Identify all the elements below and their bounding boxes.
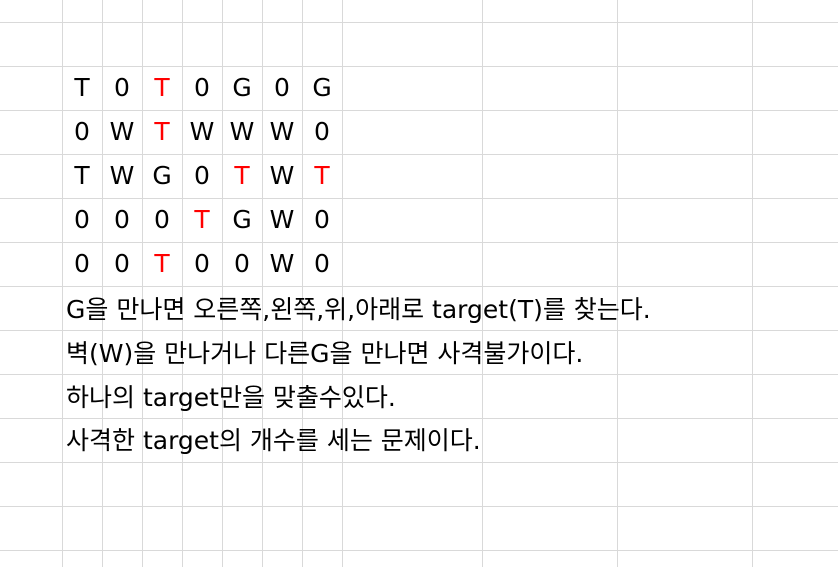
grid-cell-r4-c3[interactable]: 0 bbox=[182, 244, 222, 284]
grid-cell-r3-c0[interactable]: 0 bbox=[62, 200, 102, 240]
grid-cell-r3-c2[interactable]: 0 bbox=[142, 200, 182, 240]
row-gridline bbox=[0, 154, 838, 155]
grid-cell-r3-c6[interactable]: 0 bbox=[302, 200, 342, 240]
grid-cell-r0-c3[interactable]: 0 bbox=[182, 68, 222, 108]
row-gridline bbox=[0, 330, 838, 331]
description-line-1: G을 만나면 오른쪽,왼쪽,위,아래로 target(T)를 찾는다. bbox=[66, 295, 651, 324]
grid-cell-r2-c3[interactable]: 0 bbox=[182, 156, 222, 196]
row-gridline bbox=[0, 506, 838, 507]
grid-cell-r0-c6[interactable]: G bbox=[302, 68, 342, 108]
description-line-4: 사격한 target의 개수를 세는 문제이다. bbox=[66, 426, 481, 455]
grid-cell-r3-c4[interactable]: G bbox=[222, 200, 262, 240]
column-gridline bbox=[342, 0, 343, 567]
grid-cell-r2-c2[interactable]: G bbox=[142, 156, 182, 196]
grid-cell-r1-c4[interactable]: W bbox=[222, 112, 262, 152]
row-gridline bbox=[0, 418, 838, 419]
row-gridline bbox=[0, 374, 838, 375]
column-gridline bbox=[752, 0, 753, 567]
grid-cell-r4-c6[interactable]: 0 bbox=[302, 244, 342, 284]
grid-cell-r3-c1[interactable]: 0 bbox=[102, 200, 142, 240]
grid-cell-r0-c2[interactable]: T bbox=[142, 68, 182, 108]
grid-cell-r2-c0[interactable]: T bbox=[62, 156, 102, 196]
grid-cell-r1-c5[interactable]: W bbox=[262, 112, 302, 152]
grid-cell-r1-c1[interactable]: W bbox=[102, 112, 142, 152]
row-gridline bbox=[0, 286, 838, 287]
grid-cell-r4-c0[interactable]: 0 bbox=[62, 244, 102, 284]
grid-cell-r4-c1[interactable]: 0 bbox=[102, 244, 142, 284]
column-gridline bbox=[617, 0, 618, 567]
grid-cell-r0-c5[interactable]: 0 bbox=[262, 68, 302, 108]
grid-cell-r0-c0[interactable]: T bbox=[62, 68, 102, 108]
grid-cell-r0-c1[interactable]: 0 bbox=[102, 68, 142, 108]
row-gridline bbox=[0, 242, 838, 243]
grid-cell-r2-c6[interactable]: T bbox=[302, 156, 342, 196]
grid-cell-r1-c6[interactable]: 0 bbox=[302, 112, 342, 152]
grid-cell-r4-c4[interactable]: 0 bbox=[222, 244, 262, 284]
grid-cell-r2-c5[interactable]: W bbox=[262, 156, 302, 196]
row-gridline bbox=[0, 66, 838, 67]
description-line-3: 하나의 target만을 맞출수있다. bbox=[66, 383, 396, 412]
row-gridline bbox=[0, 462, 838, 463]
grid-cell-r1-c0[interactable]: 0 bbox=[62, 112, 102, 152]
grid-cell-r0-c4[interactable]: G bbox=[222, 68, 262, 108]
row-gridline bbox=[0, 198, 838, 199]
row-gridline bbox=[0, 550, 838, 551]
column-gridline bbox=[482, 0, 483, 567]
spreadsheet-sheet: T0T0G0G0WTWWW0TWG0TWT000TGW000T00W0 G을 만… bbox=[0, 0, 838, 567]
grid-cell-r3-c5[interactable]: W bbox=[262, 200, 302, 240]
grid-cell-r3-c3[interactable]: T bbox=[182, 200, 222, 240]
description-line-2: 벽(W)을 만나거나 다른G을 만나면 사격불가이다. bbox=[66, 339, 584, 368]
grid-cell-r4-c5[interactable]: W bbox=[262, 244, 302, 284]
grid-cell-r1-c3[interactable]: W bbox=[182, 112, 222, 152]
row-gridline bbox=[0, 22, 838, 23]
grid-cell-r2-c1[interactable]: W bbox=[102, 156, 142, 196]
row-gridline bbox=[0, 110, 838, 111]
grid-cell-r4-c2[interactable]: T bbox=[142, 244, 182, 284]
grid-cell-r1-c2[interactable]: T bbox=[142, 112, 182, 152]
grid-cell-r2-c4[interactable]: T bbox=[222, 156, 262, 196]
